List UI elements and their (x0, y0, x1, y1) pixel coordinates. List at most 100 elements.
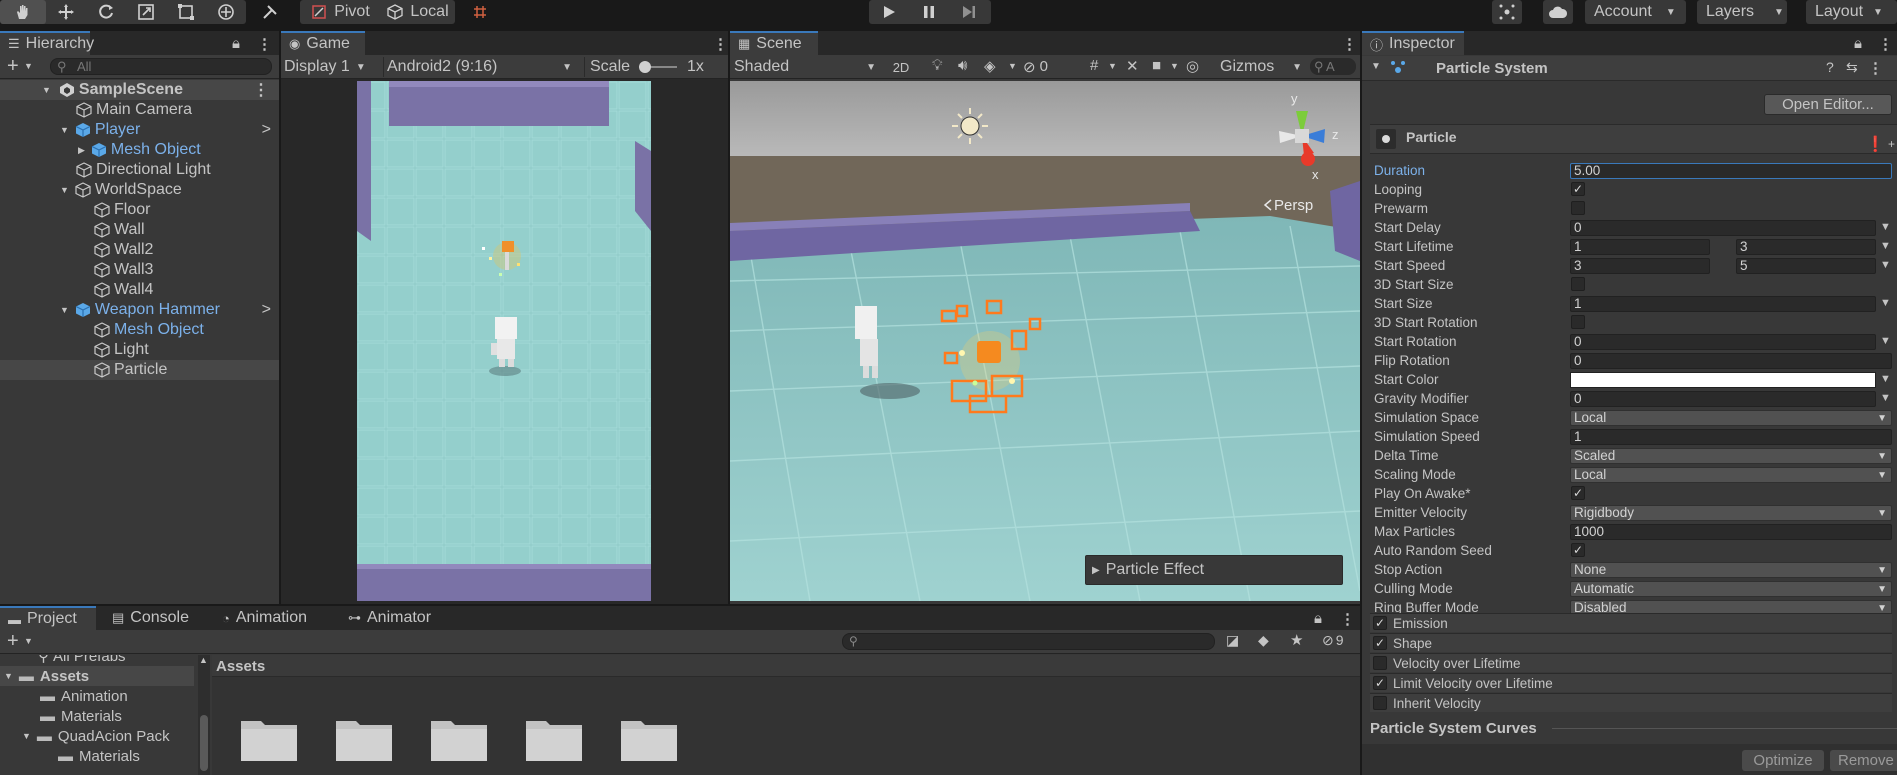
start-speed-max-field[interactable]: 5 (1736, 258, 1876, 274)
kebab-menu-icon[interactable]: ⋮ (713, 35, 728, 53)
tree-row-main-camera[interactable]: Main Camera (0, 100, 279, 120)
shape-checkbox[interactable]: ✓ (1373, 636, 1387, 650)
start-color-swatch[interactable] (1570, 372, 1876, 388)
tree-row-weapon-hammer[interactable]: ▼ Weapon Hammer > (0, 300, 279, 320)
chevron-down-icon[interactable]: ▼ (1880, 221, 1891, 233)
kebab-menu-icon[interactable]: ⋮ (257, 35, 272, 53)
tree-row-samplescene[interactable]: ▼ SampleScene ⋮ (0, 80, 279, 100)
pivot-button[interactable]: Pivot (300, 0, 378, 24)
scroll-up-icon[interactable]: ▲ (199, 655, 208, 665)
display-dropdown[interactable]: Display 1 ▼ (284, 57, 380, 77)
tree-row-quadacion-pack[interactable]: ▼ ▬ QuadAcion Pack (0, 726, 210, 746)
tree-row-assets[interactable]: ▼ ▬ Assets (0, 666, 194, 686)
tree-row-wall4[interactable]: Wall4 (0, 280, 279, 300)
globe-icon[interactable]: ◎ (1186, 57, 1199, 75)
folder-icon[interactable] (429, 715, 489, 763)
play-on-awake-checkbox[interactable]: ✓ (1571, 486, 1585, 500)
chevron-down-icon[interactable]: ▼ (1008, 61, 1017, 71)
tree-row-floor[interactable]: Floor (0, 200, 279, 220)
lock-icon[interactable]: 🔒︎ (1314, 610, 1322, 627)
toggle-2d-button[interactable]: 2D (886, 57, 916, 77)
tree-row-animation[interactable]: ▬ Animation (0, 686, 210, 706)
step-button[interactable] (949, 0, 989, 24)
tag-icon[interactable]: ◆ (1258, 632, 1269, 649)
hand-tool-button[interactable] (0, 0, 46, 24)
tree-row-worldspace[interactable]: ▼ WorldSpace (0, 180, 279, 200)
chevron-down-icon[interactable]: ▼ (1170, 61, 1179, 71)
module-emission[interactable]: ✓ Emission (1370, 613, 1892, 632)
particle-module-header[interactable]: Particle ❗ + (1370, 124, 1897, 154)
add-icon[interactable]: + (7, 630, 19, 653)
tree-row-player[interactable]: ▼ Player > (0, 120, 279, 140)
chevron-down-icon[interactable]: ▼ (1880, 335, 1891, 347)
duration-field[interactable]: 5.00 (1570, 163, 1892, 179)
scale-handle[interactable] (639, 61, 651, 73)
gravity-modifier-field[interactable]: 0 (1570, 391, 1876, 407)
help-icon[interactable]: ? (1826, 59, 1834, 75)
tab-inspector[interactable]: ⓘ Inspector (1362, 31, 1464, 55)
velocity-over-lifetime-checkbox[interactable] (1373, 656, 1387, 670)
start-rotation-field[interactable]: 0 (1570, 334, 1876, 350)
inherit-velocity-checkbox[interactable] (1373, 696, 1387, 710)
grid-toggle-icon[interactable]: # (1090, 57, 1098, 74)
flip-rotation-field[interactable]: 0 (1570, 353, 1892, 369)
remove-button[interactable]: Remove (1830, 750, 1897, 771)
folder-icon[interactable] (524, 715, 584, 763)
kebab-menu-icon[interactable]: ⋮ (1340, 610, 1355, 628)
scaling-mode-dropdown[interactable]: Local ▼ (1570, 467, 1892, 483)
game-viewport[interactable] (357, 81, 651, 601)
tab-game[interactable]: ◉ Game (281, 31, 365, 55)
add-icon[interactable]: + (1888, 137, 1895, 151)
tab-console[interactable]: ▤ Console (104, 606, 197, 630)
chevron-down-icon[interactable]: ▼ (1108, 61, 1117, 71)
cloud-button[interactable] (1543, 0, 1573, 24)
tab-animator[interactable]: ⊶ Animator (340, 606, 439, 630)
chevron-down-icon[interactable]: ▼ (1880, 240, 1891, 252)
tree-row-directional-light[interactable]: Directional Light (0, 160, 279, 180)
tree-row-light[interactable]: Light (0, 340, 279, 360)
3d-start-rotation-checkbox[interactable] (1571, 315, 1585, 329)
scene-search-input[interactable]: ⚲ A (1310, 58, 1356, 75)
chevron-down-icon[interactable]: ▼ (1880, 297, 1891, 309)
scene-viewport[interactable]: y z x Persp ▶ Particle Effect (730, 81, 1360, 601)
emitter-velocity-dropdown[interactable]: Rigidbody ▼ (1570, 505, 1892, 521)
audio-icon[interactable]: 🔊︎ (958, 57, 967, 74)
tab-animation[interactable]: ◔ Animation (214, 606, 315, 630)
chevron-down-icon[interactable]: ▼ (1880, 373, 1891, 385)
search-by-type-icon[interactable]: ◪ (1226, 632, 1239, 649)
auto-random-seed-checkbox[interactable]: ✓ (1571, 543, 1585, 557)
start-delay-field[interactable]: 0 (1570, 220, 1876, 236)
local-button[interactable]: Local (378, 0, 455, 24)
star-icon[interactable]: ★ (1290, 631, 1303, 649)
lock-icon[interactable]: 🔒︎ (1854, 35, 1862, 52)
tree-row-particle[interactable]: Particle (0, 360, 279, 380)
simulation-speed-field[interactable]: 1 (1570, 429, 1892, 445)
prewarm-checkbox[interactable] (1571, 201, 1585, 215)
emission-checkbox[interactable]: ✓ (1373, 616, 1387, 630)
rect-tool-button[interactable] (166, 0, 206, 24)
tree-row-wall2[interactable]: Wall2 (0, 240, 279, 260)
folder-icon[interactable] (334, 715, 394, 763)
tree-row-wall3[interactable]: Wall3 (0, 260, 279, 280)
tab-scene[interactable]: ▦ Scene (730, 31, 818, 55)
aspect-dropdown[interactable]: Android2 (9:16) ▼ (383, 57, 578, 77)
add-icon[interactable]: + (7, 55, 19, 78)
culling-mode-dropdown[interactable]: Automatic ▼ (1570, 581, 1892, 597)
3d-start-size-checkbox[interactable] (1571, 277, 1585, 291)
simulation-space-dropdown[interactable]: Local ▼ (1570, 410, 1892, 426)
chevron-down-icon[interactable]: ▼ (1880, 259, 1891, 271)
play-button[interactable] (869, 0, 909, 24)
tree-scrollbar[interactable]: ▲ (198, 655, 210, 775)
effects-icon[interactable]: ◈ (984, 57, 996, 75)
limit-velocity-checkbox[interactable]: ✓ (1373, 676, 1387, 690)
start-size-field[interactable]: 1 (1570, 296, 1876, 312)
looping-checkbox[interactable]: ✓ (1571, 182, 1585, 196)
camera-icon[interactable]: ■ (1152, 57, 1161, 74)
folder-icon[interactable] (619, 715, 679, 763)
kebab-menu-icon[interactable]: ⋮ (1342, 35, 1357, 53)
open-editor-button[interactable]: Open Editor... (1764, 94, 1892, 115)
chevron-right-icon[interactable]: > (262, 301, 271, 319)
chevron-down-icon[interactable]: ▼ (24, 636, 33, 646)
scale-tool-button[interactable] (126, 0, 166, 24)
grid-snap-button[interactable] (467, 0, 493, 24)
